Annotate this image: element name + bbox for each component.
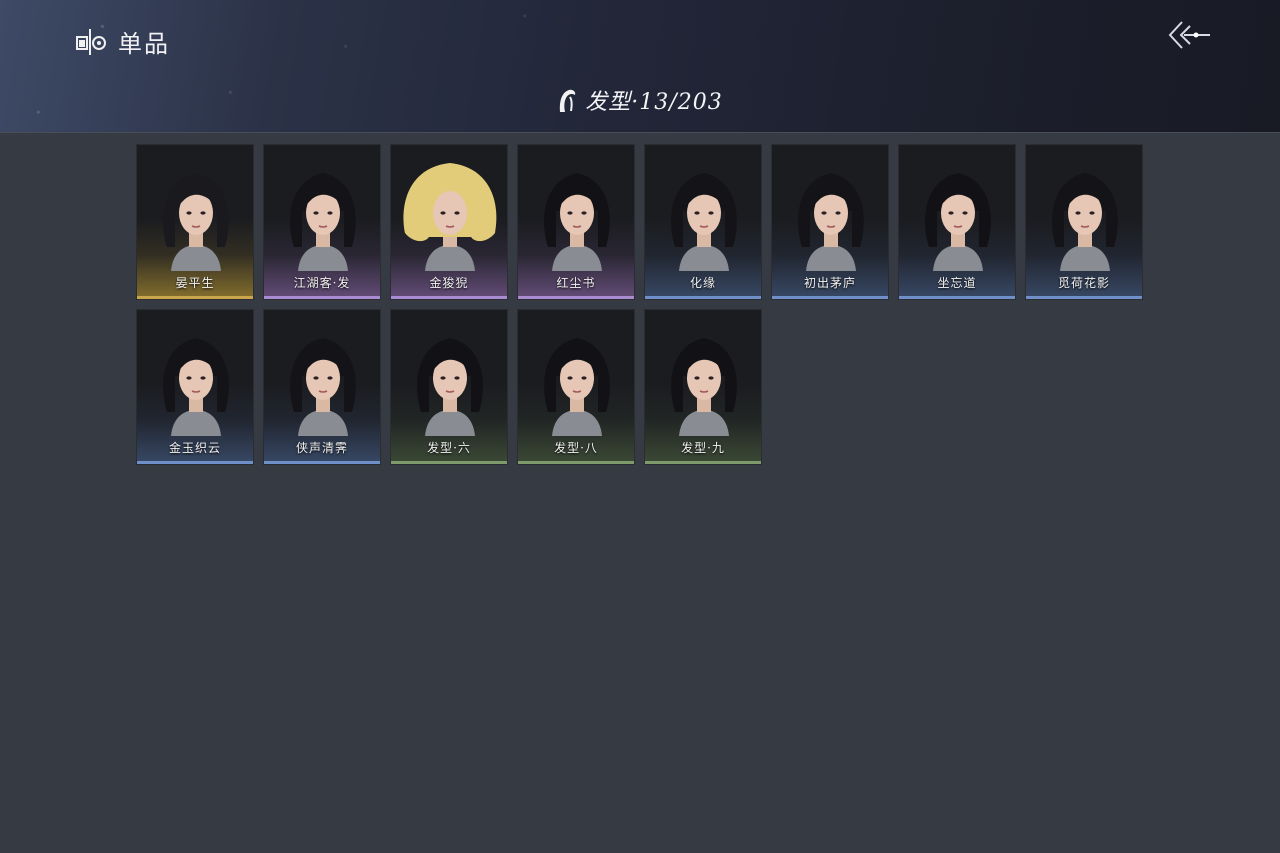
hairstyle-name: 发型·九	[681, 441, 725, 455]
hairstyle-card[interactable]: 红尘书	[517, 144, 635, 300]
hairstyle-portrait	[798, 173, 864, 271]
hairstyle-name: 金狻猊	[429, 276, 469, 290]
hairstyle-name: 发型·八	[554, 441, 598, 455]
hairstyle-card[interactable]: 晏平生	[136, 144, 254, 300]
hairstyle-name: 初出茅庐	[803, 276, 856, 290]
hairstyle-card[interactable]: 侠声清霁	[263, 309, 381, 465]
hairstyle-portrait	[671, 338, 737, 436]
shop-title-label: 单品	[118, 30, 170, 58]
hairstyle-portrait	[290, 338, 356, 436]
hairstyle-portrait	[163, 173, 229, 271]
hairstyle-icon	[560, 89, 576, 112]
rarity-line	[137, 461, 253, 464]
shop-icon	[76, 28, 106, 55]
hairstyle-name: 红尘书	[556, 276, 596, 290]
rarity-line	[518, 296, 634, 299]
hairstyle-portrait	[544, 173, 610, 271]
rarity-line	[137, 296, 253, 299]
hairstyle-card[interactable]: 发型·六	[390, 309, 508, 465]
hairstyle-grid: 晏平生 江湖客·发 金狻猊 红尘书 化缘 初出茅庐 坐忘道 觅荷花影金玉织云 侠声清霁 发型·六 发…	[136, 144, 1146, 465]
rarity-line	[645, 461, 761, 464]
hairstyle-portrait	[417, 338, 483, 436]
rarity-line	[899, 296, 1015, 299]
rarity-line	[264, 296, 380, 299]
hairstyle-card[interactable]: 觅荷花影	[1025, 144, 1143, 300]
hairstyle-name: 江湖客·发	[293, 276, 351, 290]
rarity-line	[772, 296, 888, 299]
top-bar: 单品 发型·13/203	[0, 0, 1280, 133]
hairstyle-name: 金玉织云	[168, 441, 221, 455]
rarity-line	[391, 461, 507, 464]
hairstyle-portrait	[1052, 173, 1118, 271]
hairstyle-portrait	[163, 338, 229, 436]
category-header: 发型·13/203	[0, 84, 1280, 116]
hairstyle-card[interactable]: 江湖客·发	[263, 144, 381, 300]
hairstyle-portrait	[925, 173, 991, 271]
hairstyle-portrait	[290, 173, 356, 271]
hairstyle-card[interactable]: 金玉织云	[136, 309, 254, 465]
shop-title: 单品	[74, 24, 170, 59]
hairstyle-name: 坐忘道	[937, 276, 977, 290]
hairstyle-card[interactable]: 坐忘道	[898, 144, 1016, 300]
hairstyle-portrait	[544, 338, 610, 436]
back-arrow-icon[interactable]	[1166, 18, 1212, 52]
hairstyle-card[interactable]: 发型·九	[644, 309, 762, 465]
hairstyle-name: 觅荷花影	[1057, 276, 1110, 290]
hairstyle-name: 化缘	[689, 276, 716, 290]
rarity-line	[1026, 296, 1142, 299]
hairstyle-name: 发型·六	[427, 441, 471, 455]
hairstyle-card[interactable]: 化缘	[644, 144, 762, 300]
hairstyle-portrait	[671, 173, 737, 271]
hairstyle-name: 晏平生	[175, 276, 215, 290]
hairstyle-portrait	[403, 163, 497, 271]
hairstyle-name: 侠声清霁	[295, 441, 348, 455]
hairstyle-card[interactable]: 初出茅庐	[771, 144, 889, 300]
rarity-line	[264, 461, 380, 464]
rarity-line	[518, 461, 634, 464]
hairstyle-card[interactable]: 金狻猊	[390, 144, 508, 300]
rarity-line	[645, 296, 761, 299]
category-label: 发型·13/203	[585, 90, 723, 115]
rarity-line	[391, 296, 507, 299]
hairstyle-card[interactable]: 发型·八	[517, 309, 635, 465]
